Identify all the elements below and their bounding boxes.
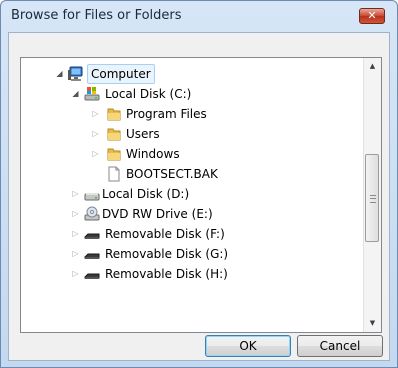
scroll-up-icon: ▲ <box>369 62 376 70</box>
browse-dialog: Browse for Files or Folders ✕ ◢ Computer… <box>0 0 398 368</box>
folder-icon <box>106 146 122 162</box>
expanded-arrow-icon[interactable]: ◢ <box>71 84 80 104</box>
collapsed-arrow-icon[interactable]: ▷ <box>71 184 80 204</box>
removable-disk-icon <box>84 226 100 242</box>
removable-disk-icon <box>84 246 100 262</box>
tree-item-label: Local Disk (C:) <box>105 87 192 101</box>
scroll-down-icon: ▼ <box>369 319 376 327</box>
hard-drive-icon <box>84 186 100 202</box>
tree-item-label: Removable Disk (G:) <box>105 247 229 261</box>
scrollbar-thumb[interactable] <box>365 154 379 242</box>
file-icon <box>106 166 122 182</box>
tree-item-label: Removable Disk (F:) <box>105 227 225 241</box>
tree-item-label: Local Disk (D:) <box>102 187 190 201</box>
tree-item-label: Users <box>126 127 160 141</box>
tree-item-label: Program Files <box>126 107 207 121</box>
collapsed-arrow-icon[interactable]: ▷ <box>71 224 80 244</box>
vertical-scrollbar[interactable]: ▲ ▼ <box>363 58 381 332</box>
removable-disk-icon <box>84 266 100 282</box>
cancel-button[interactable]: Cancel <box>297 335 383 357</box>
expanded-arrow-icon[interactable]: ◢ <box>55 64 64 84</box>
grip-icon <box>370 195 376 203</box>
scroll-up-button[interactable]: ▲ <box>364 58 381 75</box>
dvd-drive-icon <box>84 206 100 222</box>
close-button[interactable]: ✕ <box>359 8 385 24</box>
folder-icon <box>106 106 122 122</box>
collapsed-arrow-icon[interactable]: ▷ <box>71 264 80 284</box>
collapsed-arrow-icon[interactable]: ▷ <box>71 204 80 224</box>
ok-button[interactable]: OK <box>205 335 291 357</box>
tree-item-label: Computer <box>87 64 155 84</box>
tree-item-label: Removable Disk (H:) <box>105 267 228 281</box>
dialog-body: ◢ Computer ◢ Local Disk (C:) ▷ Program F… <box>8 32 390 361</box>
tree-item-label: DVD RW Drive (E:) <box>102 207 213 221</box>
collapsed-arrow-icon[interactable]: ▷ <box>91 144 100 164</box>
tree-item-label: BOOTSECT.BAK <box>126 167 218 181</box>
close-icon: ✕ <box>367 9 377 22</box>
collapsed-arrow-icon[interactable]: ▷ <box>71 244 80 264</box>
folder-tree[interactable]: ◢ Computer ◢ Local Disk (C:) ▷ Program F… <box>20 57 382 333</box>
tree-item-label: Windows <box>126 147 180 161</box>
folder-icon <box>106 126 122 142</box>
scroll-down-button[interactable]: ▼ <box>364 315 381 332</box>
collapsed-arrow-icon[interactable]: ▷ <box>91 104 100 124</box>
dialog-title: Browse for Files or Folders <box>11 8 182 23</box>
title-bar[interactable]: Browse for Files or Folders ✕ <box>1 1 397 31</box>
collapsed-arrow-icon[interactable]: ▷ <box>91 124 100 144</box>
system-drive-icon <box>84 86 100 102</box>
computer-icon <box>68 66 84 82</box>
